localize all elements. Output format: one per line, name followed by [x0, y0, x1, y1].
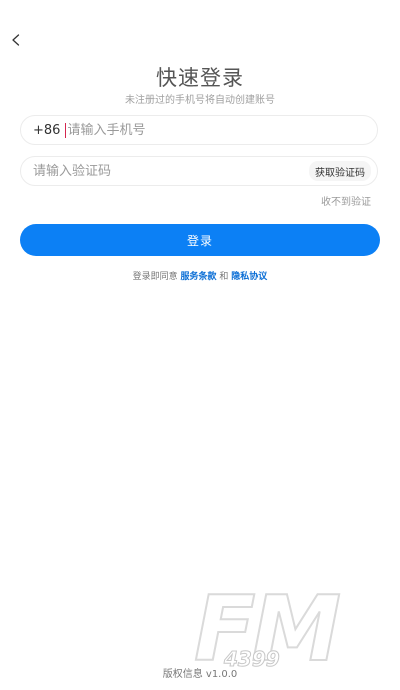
fm-logo-watermark: FM 4399 [193, 578, 344, 678]
chevron-left-icon [12, 34, 20, 46]
country-code[interactable]: +86 [33, 123, 60, 138]
page-subtitle: 未注册过的手机号将自动创建账号 [125, 95, 275, 106]
phone-input[interactable] [67, 117, 377, 143]
verification-code-input[interactable] [33, 158, 309, 184]
page-title: 快速登录 [156, 66, 244, 90]
agreement-text: 登录即同意 服务条款 和 隐私协议 [0, 269, 400, 282]
agreement-conjunction: 和 [216, 272, 232, 282]
agreement-prefix: 登录即同意 [132, 272, 181, 282]
privacy-link[interactable]: 隐私协议 [231, 272, 267, 282]
no-code-link[interactable]: 收不到验证 [321, 193, 371, 208]
terms-link[interactable]: 服务条款 [181, 272, 217, 282]
get-code-button[interactable]: 获取验证码 [309, 161, 371, 181]
back-button[interactable] [6, 30, 26, 50]
version-info: 版权信息 v1.0.0 [162, 669, 238, 680]
login-button[interactable]: 登录 [20, 224, 380, 256]
watermark-letters: FM [194, 578, 339, 678]
code-field: 获取验证码 [20, 156, 378, 186]
text-caret [65, 122, 67, 138]
phone-field: +86 [20, 115, 378, 145]
